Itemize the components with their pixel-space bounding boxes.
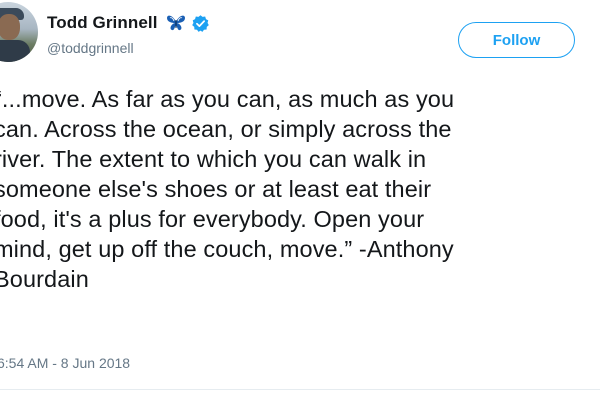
author-handle[interactable]: @toddgrinnell [47, 40, 134, 56]
tweet-timestamp[interactable]: 6:54 AM - 8 Jun 2018 [0, 355, 130, 371]
avatar-shirt [0, 40, 30, 62]
verified-badge-icon [191, 14, 209, 32]
tweet-line: someone else's shoes or at least eat the… [0, 176, 432, 202]
tweet-line: can. Across the ocean, or simply across … [0, 116, 452, 142]
tweet-line: river. The extent to which you can walk … [0, 146, 427, 172]
follow-button[interactable]: Follow [458, 22, 575, 58]
tweet-line: Bourdain [0, 266, 89, 292]
avatar[interactable] [0, 2, 38, 62]
tweet-line: mind, get up off the couch, move.” -Anth… [0, 236, 454, 262]
tweet-line: food, it's a plus for everybody. Open yo… [0, 206, 425, 232]
tweet-line: “...move. As far as you can, as much as … [0, 86, 455, 112]
author-name-row: Todd Grinnell [47, 13, 210, 33]
author-name[interactable]: Todd Grinnell [47, 13, 158, 33]
divider [0, 389, 600, 390]
butterfly-icon [166, 15, 185, 31]
avatar-face [0, 14, 20, 40]
tweet-text: “...move. As far as you can, as much as … [0, 84, 600, 294]
